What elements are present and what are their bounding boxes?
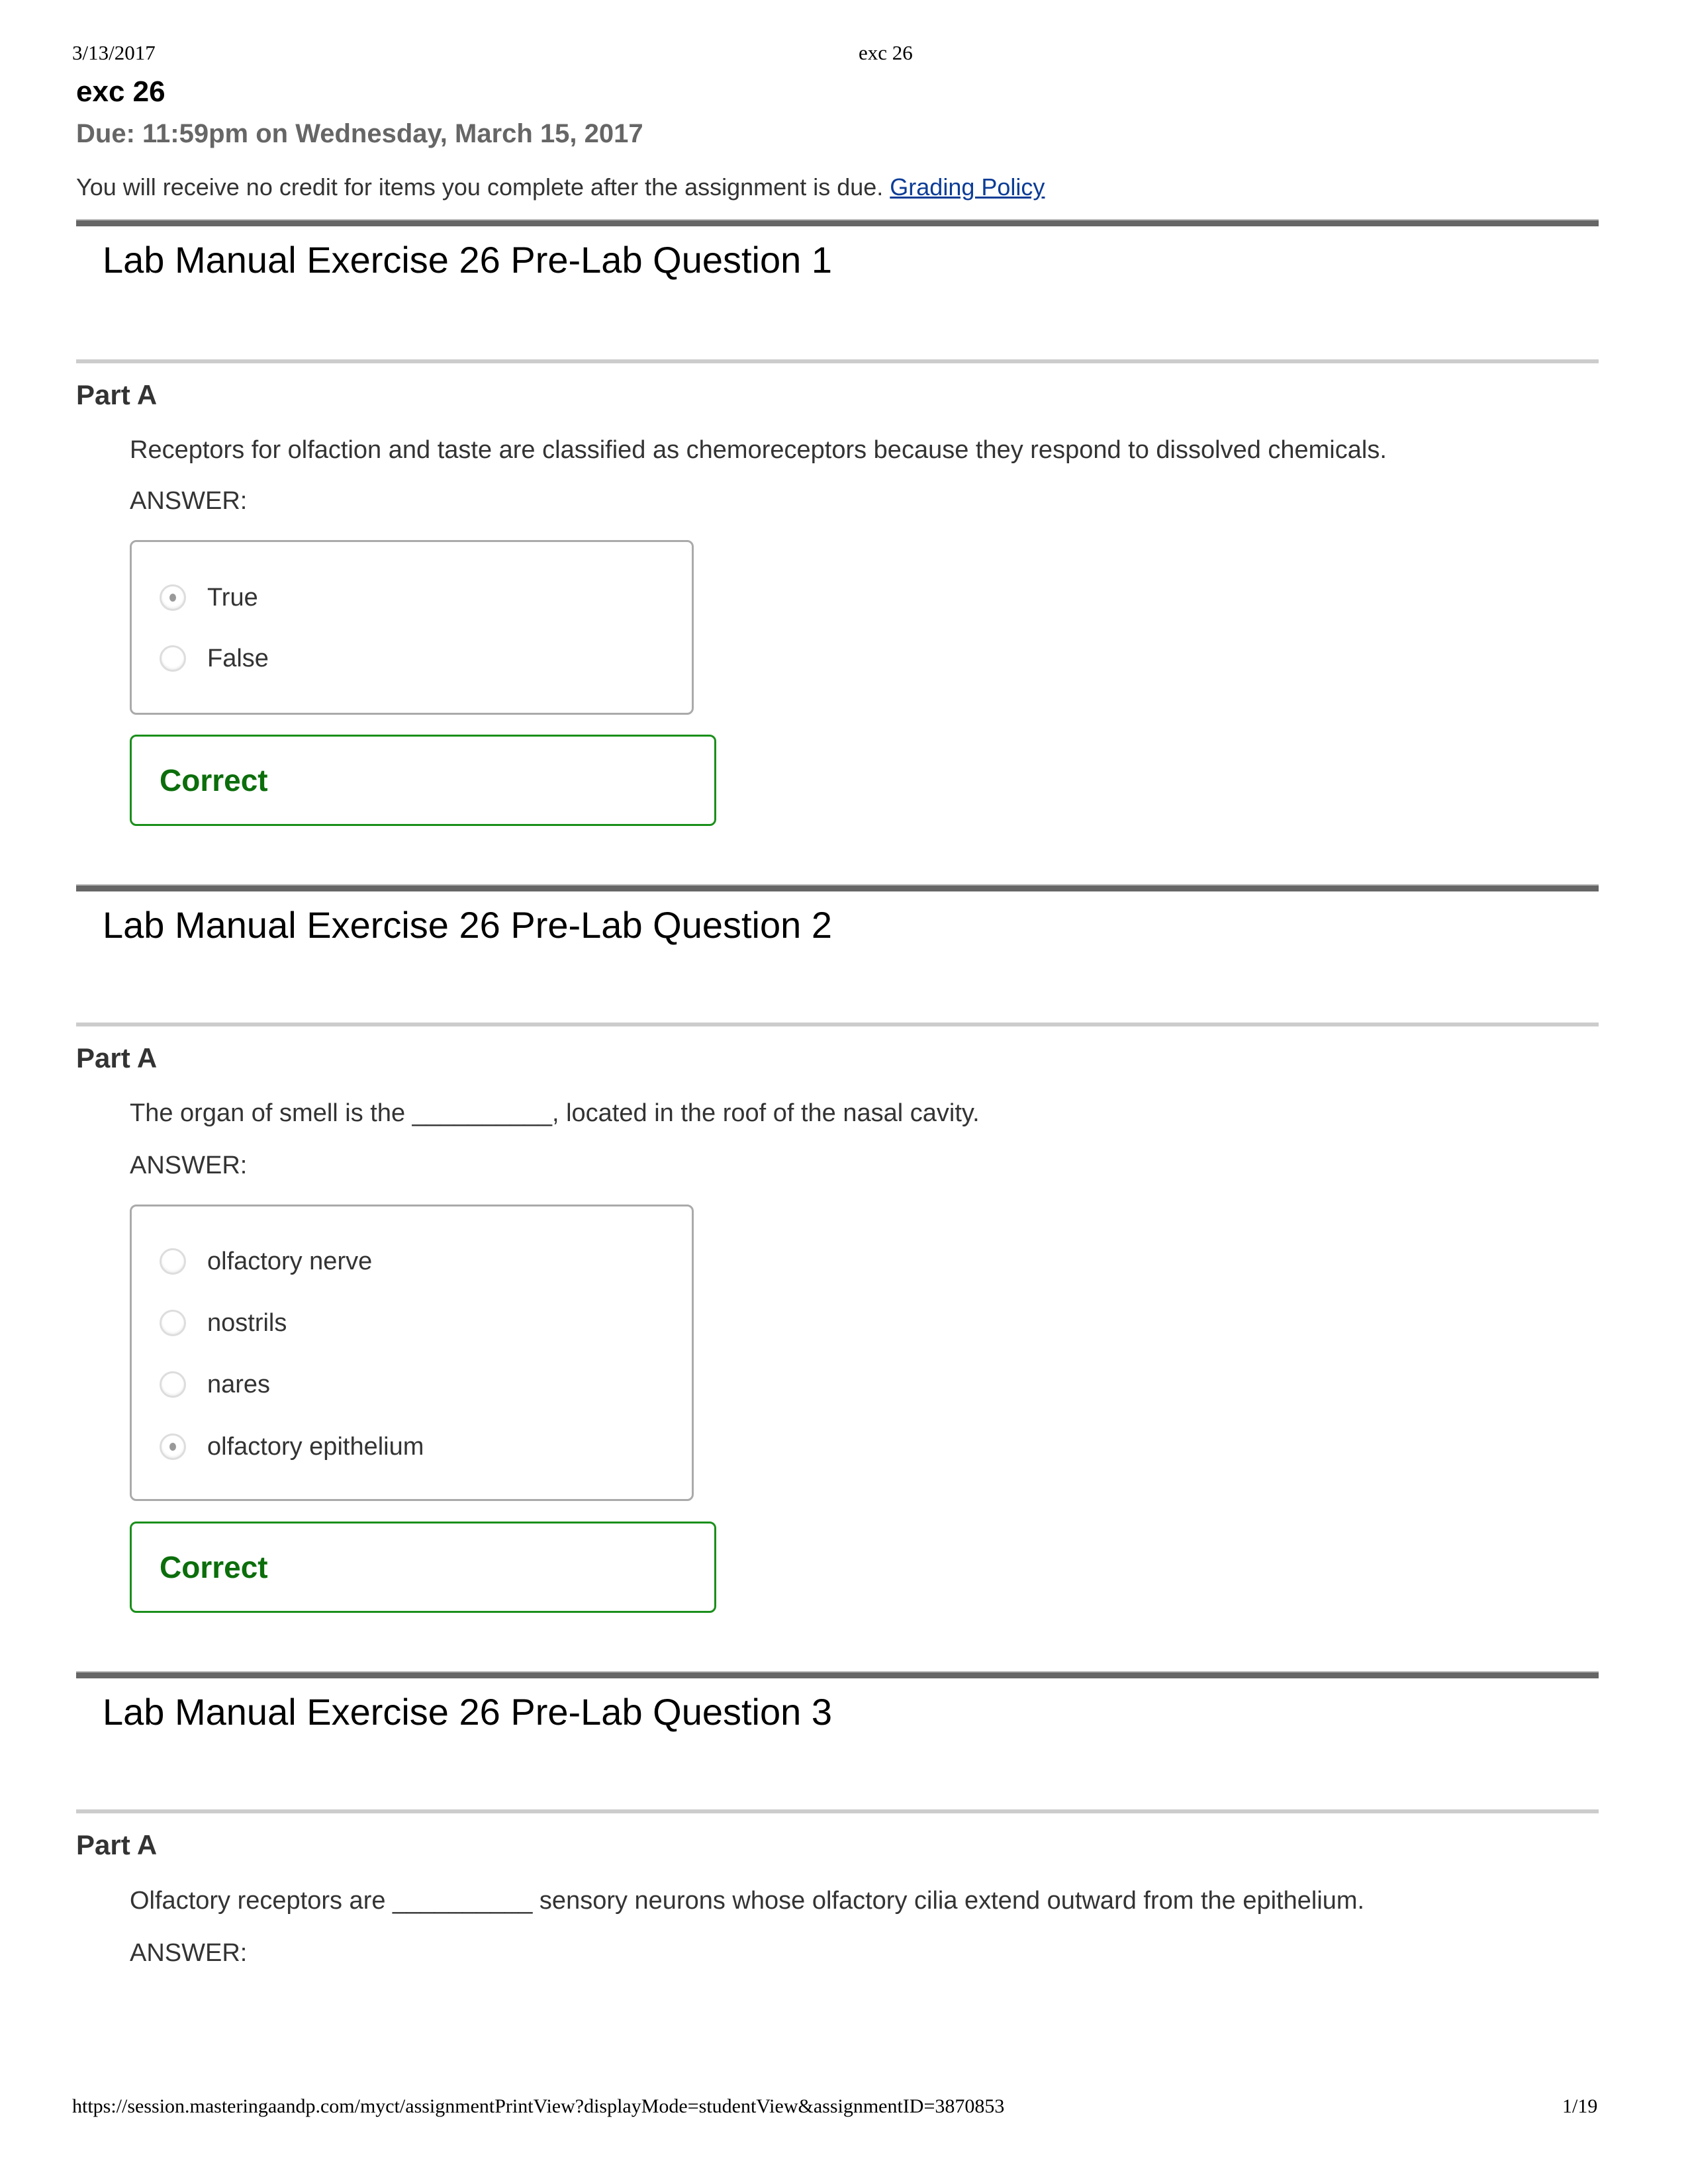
option-nares[interactable]: nares <box>160 1365 270 1404</box>
option-label: olfactory nerve <box>207 1247 373 1275</box>
radio-selected-icon[interactable] <box>160 1433 186 1460</box>
section-divider <box>76 884 1599 891</box>
feedback-text: Correct <box>160 1550 268 1584</box>
option-nostrils[interactable]: nostrils <box>160 1303 287 1343</box>
section-divider <box>76 219 1599 226</box>
radio-icon[interactable] <box>160 1371 186 1398</box>
answer-label: ANSWER: <box>130 1939 248 1967</box>
feedback-correct: Correct <box>130 1522 716 1613</box>
question-title: Lab Manual Exercise 26 Pre-Lab Question … <box>103 904 832 946</box>
question-text: Receptors for olfaction and taste are cl… <box>130 436 1387 464</box>
print-title: exc 26 <box>859 41 913 64</box>
part-divider <box>76 1023 1599 1026</box>
part-label: Part A <box>76 1042 158 1073</box>
late-notice-text: You will receive no credit for items you… <box>76 173 884 201</box>
option-true[interactable]: True <box>160 578 258 617</box>
question-title: Lab Manual Exercise 26 Pre-Lab Question … <box>103 239 832 281</box>
section-divider <box>76 1671 1599 1678</box>
due-date: Due: 11:59pm on Wednesday, March 15, 201… <box>76 119 643 148</box>
radio-icon[interactable] <box>160 1310 186 1336</box>
feedback-correct: Correct <box>130 735 716 826</box>
part-divider <box>76 359 1599 363</box>
feedback-text: Correct <box>160 763 268 797</box>
radio-icon[interactable] <box>160 645 186 672</box>
option-label: olfactory epithelium <box>207 1432 424 1461</box>
radio-selected-icon[interactable] <box>160 584 186 611</box>
part-label: Part A <box>76 379 158 410</box>
radio-icon[interactable] <box>160 1248 186 1275</box>
late-notice: You will receive no credit for items you… <box>76 173 1045 201</box>
question-text: The organ of smell is the __________, lo… <box>130 1099 980 1127</box>
part-label: Part A <box>76 1829 158 1860</box>
option-label: True <box>207 583 258 612</box>
option-label: nostrils <box>207 1308 287 1337</box>
option-label: False <box>207 644 269 672</box>
print-date: 3/13/2017 <box>72 41 156 64</box>
option-olfactory-epithelium[interactable]: olfactory epithelium <box>160 1427 424 1467</box>
answer-options-box: olfactory nerve nostrils nares olfactory… <box>130 1205 694 1501</box>
option-label: nares <box>207 1370 271 1398</box>
page-number: 1/19 <box>1562 2095 1598 2117</box>
part-divider <box>76 1809 1599 1813</box>
answer-label: ANSWER: <box>130 487 248 515</box>
question-title: Lab Manual Exercise 26 Pre-Lab Question … <box>103 1691 832 1733</box>
assignment-title: exc 26 <box>76 75 165 108</box>
answer-options-box: True False <box>130 540 694 715</box>
print-url: https://session.masteringaandp.com/myct/… <box>72 2095 1005 2117</box>
answer-label: ANSWER: <box>130 1152 248 1179</box>
option-false[interactable]: False <box>160 639 269 678</box>
option-olfactory-nerve[interactable]: olfactory nerve <box>160 1242 372 1281</box>
question-text: Olfactory receptors are __________ senso… <box>130 1887 1365 1915</box>
grading-policy-link[interactable]: Grading Policy <box>890 173 1045 201</box>
